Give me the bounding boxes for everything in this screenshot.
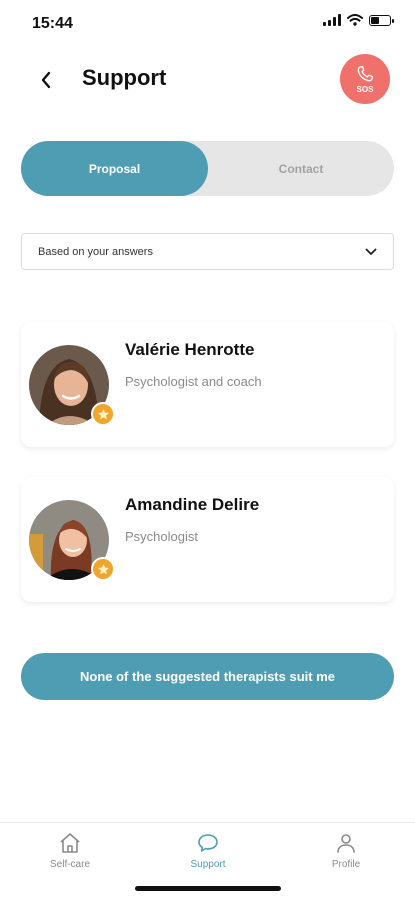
- status-bar: 15:44: [0, 0, 415, 48]
- therapist-role: Psychologist and coach: [125, 374, 262, 389]
- status-time: 15:44: [32, 15, 73, 32]
- page-title: Support: [82, 65, 167, 90]
- nav-label: Self-care: [49, 859, 90, 870]
- header: Support SOS: [0, 52, 415, 108]
- nav-label: Profile: [331, 859, 361, 870]
- therapist-card[interactable]: Valérie Henrotte Psychologist and coach: [21, 322, 394, 447]
- filter-dropdown-value: Based on your answers: [38, 245, 153, 258]
- sos-label: SOS: [356, 85, 374, 94]
- sos-button[interactable]: SOS: [340, 54, 390, 104]
- therapist-name: Valérie Henrotte: [125, 340, 255, 359]
- tab-proposal[interactable]: Proposal: [21, 141, 208, 196]
- status-icons: [323, 14, 394, 26]
- chevron-left-icon: [41, 71, 51, 89]
- phone-icon: [357, 65, 374, 82]
- star-badge: [91, 557, 115, 581]
- star-icon: [97, 408, 109, 419]
- chat-bubble-icon: [198, 834, 218, 852]
- none-suit-button[interactable]: None of the suggested therapists suit me: [21, 653, 394, 700]
- therapist-card[interactable]: Amandine Delire Psychologist: [21, 477, 394, 602]
- star-icon: [97, 563, 109, 574]
- user-icon: [337, 834, 355, 853]
- therapist-name: Amandine Delire: [125, 495, 260, 514]
- nav-item-profile[interactable]: Profile: [286, 831, 406, 870]
- battery-icon: [369, 14, 394, 26]
- segmented-control: Proposal Contact: [21, 141, 394, 196]
- chevron-down-icon: [365, 248, 377, 255]
- nav-item-self-care[interactable]: Self-care: [10, 831, 130, 870]
- therapist-role: Psychologist: [125, 529, 198, 544]
- signal-icon: [323, 14, 341, 26]
- home-icon: [60, 833, 80, 853]
- nav-item-support[interactable]: Support: [148, 831, 268, 870]
- star-badge: [91, 402, 115, 426]
- wifi-icon: [347, 14, 363, 26]
- back-button[interactable]: [32, 66, 60, 94]
- home-indicator: [135, 886, 281, 891]
- filter-dropdown[interactable]: Based on your answers: [21, 233, 394, 270]
- tab-contact[interactable]: Contact: [208, 141, 394, 196]
- nav-label: Support: [190, 859, 226, 870]
